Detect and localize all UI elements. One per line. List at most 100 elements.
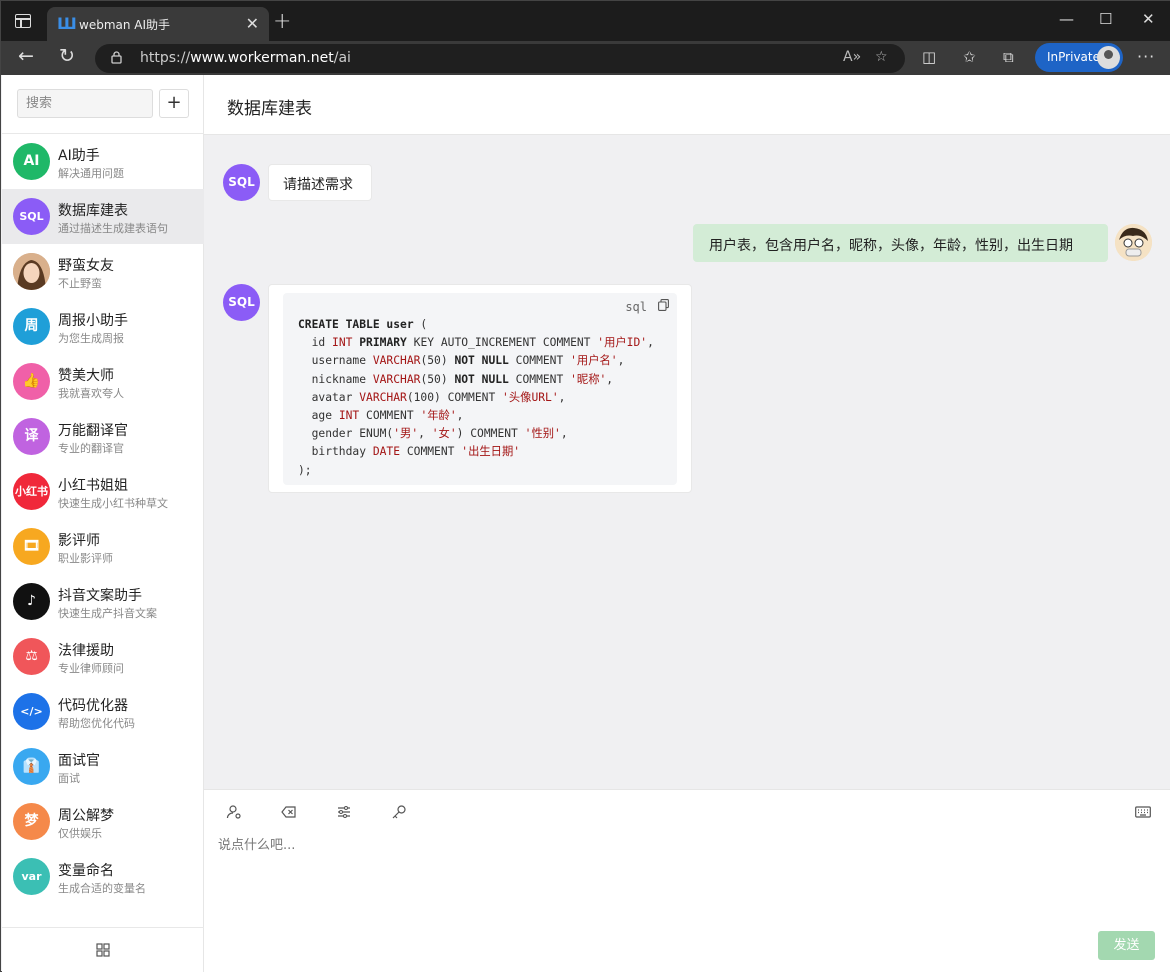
sidebar-bot-item[interactable]: 👍 赞美大师我就喜欢夸人 (2, 354, 204, 409)
bot-name: 野蛮女友 (58, 258, 114, 274)
bot-code-message: sql CREATE TABLE user ( id INT PRIMARY K… (268, 284, 692, 493)
inprivate-badge[interactable]: InPrivate (1035, 43, 1123, 72)
bot-avatar: 🎞 (13, 528, 50, 565)
bot-avatar: ⚖ (13, 638, 50, 675)
tab-title: webman AI助手 (79, 18, 171, 32)
bot-description: 我就喜欢夸人 (58, 387, 124, 400)
browser-tab[interactable]: Ш webman AI助手 ✕ (47, 7, 269, 41)
tab-close-icon[interactable]: ✕ (246, 14, 259, 33)
bot-description: 帮助您优化代码 (58, 717, 135, 730)
bot-name: 抖音文案助手 (58, 588, 142, 604)
bot-avatar: AI (13, 143, 50, 180)
window-menu-icon[interactable] (15, 14, 31, 28)
webman-favicon-icon: Ш (57, 14, 77, 33)
bot-avatar: 👔 (13, 748, 50, 785)
bot-description: 不止野蛮 (58, 277, 102, 290)
bot-message: 请描述需求 (268, 164, 372, 201)
close-window-icon[interactable]: ✕ (1142, 10, 1155, 28)
sidebar-bot-item[interactable]: AI AI助手 解决通用问题 (2, 134, 204, 189)
url-text: https://www.workerman.net/ai (140, 50, 351, 66)
sidebar-bot-item[interactable]: 译万能翻译官专业的翻译官 (2, 409, 204, 464)
sidebar-bot-item[interactable]: 👔 面试官面试 (2, 739, 204, 794)
profile-avatar (1097, 46, 1120, 69)
new-tab-icon[interactable]: + (273, 9, 291, 34)
bot-name: 小红书姐姐 (58, 478, 128, 494)
bot-description: 专业的翻译官 (58, 442, 124, 455)
chat-panel: 数据库建表 SQL 请描述需求 用户表，包含用户名，昵称，头像，年龄，性别，出生… (204, 75, 1170, 972)
bot-description: 职业影评师 (58, 552, 113, 565)
url-field[interactable]: https://www.workerman.net/ai A» ☆ (95, 44, 905, 73)
bot-name: 变量命名 (58, 863, 114, 879)
composer: 发送 (204, 789, 1170, 972)
model-params-icon[interactable] (336, 804, 352, 820)
sidebar-bot-item[interactable]: 野蛮女友 不止野蛮 (2, 244, 204, 299)
bot-description: 快速生成小红书种草文 (58, 497, 168, 510)
back-icon[interactable]: ← (18, 45, 34, 67)
keyboard-icon[interactable] (1135, 804, 1151, 820)
collections-icon[interactable]: ⧉ (1003, 48, 1014, 66)
bot-name: 法律援助 (58, 643, 114, 659)
bot-description: 生成合适的变量名 (58, 882, 146, 895)
bot-avatar: SQL (223, 284, 260, 321)
sidebar-footer (2, 927, 204, 972)
search-row: + (2, 75, 204, 134)
bot-avatar: 小红书 (13, 473, 50, 510)
code-block: sql CREATE TABLE user ( id INT PRIMARY K… (283, 293, 677, 485)
bot-name: 周报小助手 (58, 313, 128, 329)
add-bot-button[interactable]: + (159, 89, 189, 118)
bot-avatar: 译 (13, 418, 50, 455)
bot-avatar (13, 253, 50, 290)
sidebar-bot-item[interactable]: SQL 数据库建表 通过描述生成建表语句 (2, 189, 204, 244)
bot-name: 赞美大师 (58, 368, 114, 384)
role-settings-icon[interactable] (226, 804, 242, 820)
favorites-icon[interactable]: ✩ (963, 48, 976, 66)
chat-header: 数据库建表 (204, 75, 1170, 135)
minimize-icon[interactable]: — (1059, 10, 1074, 28)
bot-avatar: 👍 (13, 363, 50, 400)
sidebar-bot-item[interactable]: 🎞 影评师职业影评师 (2, 519, 204, 574)
sidebar-bot-item[interactable]: var 变量命名生成合适的变量名 (2, 849, 204, 904)
sidebar-bot-item[interactable]: ♪ 抖音文案助手快速生成产抖音文案 (2, 574, 204, 629)
user-message: 用户表，包含用户名，昵称，头像，年龄，性别，出生日期 (693, 224, 1108, 262)
send-button[interactable]: 发送 (1098, 931, 1155, 960)
search-input[interactable] (17, 89, 153, 118)
read-aloud-icon[interactable]: A» (843, 49, 861, 65)
copy-icon[interactable] (658, 299, 669, 311)
refresh-icon[interactable]: ↻ (59, 45, 75, 67)
api-key-icon[interactable] (391, 804, 407, 820)
split-screen-icon[interactable]: ◫ (922, 48, 936, 66)
bot-avatar: </> (13, 693, 50, 730)
maximize-icon[interactable]: ☐ (1099, 10, 1112, 28)
bot-name: 万能翻译官 (58, 423, 128, 439)
bot-description: 面试 (58, 772, 80, 785)
bot-description: 通过描述生成建表语句 (58, 222, 168, 235)
more-icon[interactable]: ··· (1137, 47, 1155, 66)
bot-avatar: 梦 (13, 803, 50, 840)
lock-icon (111, 51, 122, 64)
chat-title: 数据库建表 (227, 99, 312, 119)
user-avatar (1115, 224, 1152, 261)
bot-avatar: ♪ (13, 583, 50, 620)
sidebar-bot-item[interactable]: </> 代码优化器 帮助您优化代码 (2, 684, 204, 739)
bot-description: 专业律师顾问 (58, 662, 124, 675)
bot-avatar: SQL (13, 198, 50, 235)
sidebar-bot-item[interactable]: 周周报小助手为您生成周报 (2, 299, 204, 354)
tab-bar: Ш webman AI助手 ✕ + — ☐ ✕ (1, 1, 1170, 41)
clear-history-icon[interactable] (281, 804, 297, 820)
bot-avatar: 周 (13, 308, 50, 345)
sidebar-bot-item[interactable]: 梦周公解梦 仅供娱乐 (2, 794, 204, 849)
sidebar-bot-item[interactable]: 小红书 小红书姐姐快速生成小红书种草文 (2, 464, 204, 519)
sidebar-bot-item[interactable]: ⚖ 法律援助专业律师顾问 (2, 629, 204, 684)
bot-avatar: var (13, 858, 50, 895)
address-bar: ← ↻ https://www.workerman.net/ai A» ☆ ◫ … (1, 41, 1170, 75)
bot-description: 解决通用问题 (58, 167, 124, 180)
bot-name: 影评师 (58, 533, 100, 549)
sql-code: CREATE TABLE user ( id INT PRIMARY KEY A… (298, 318, 654, 477)
bot-name: 周公解梦 (58, 808, 114, 824)
bot-description: 快速生成产抖音文案 (58, 607, 157, 620)
add-favorite-icon[interactable]: ☆ (875, 49, 888, 65)
bot-description: 为您生成周报 (58, 332, 124, 345)
bot-name: 面试官 (58, 753, 100, 769)
message-input[interactable] (218, 834, 1148, 914)
apps-grid-icon[interactable] (96, 943, 110, 957)
